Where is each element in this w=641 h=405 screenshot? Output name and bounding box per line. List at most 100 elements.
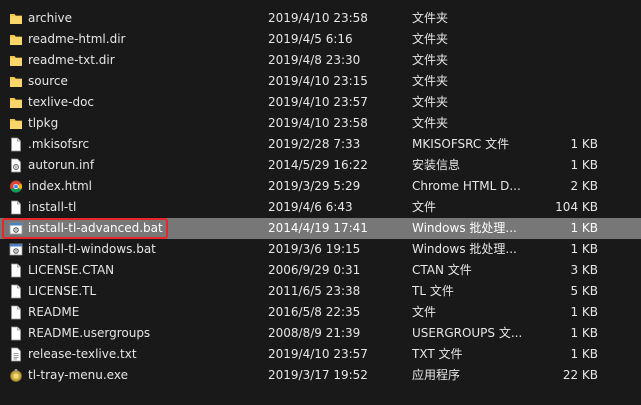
- file-name: autorun.inf: [28, 158, 95, 172]
- file-type: MKISOFSRC 文件: [412, 137, 510, 151]
- batch-file-icon: [9, 221, 23, 236]
- folder-icon: [9, 32, 23, 47]
- file-date-modified: 2014/5/29 16:22: [268, 158, 368, 172]
- file-name: tlpkg: [28, 116, 59, 130]
- file-row[interactable]: README 2016/5/8 22:35 文件 1 KB: [0, 302, 641, 323]
- file-row[interactable]: readme-html.dir 2019/4/5 6:16 文件夹: [0, 29, 641, 50]
- file-type: 文件: [412, 200, 437, 214]
- file-type: CTAN 文件: [412, 263, 472, 277]
- file-name: install-tl-advanced.bat: [28, 221, 163, 235]
- file-type: 文件夹: [412, 32, 449, 46]
- file-date-modified: 2019/4/6 6:43: [268, 200, 353, 214]
- file-date-modified: 2019/3/6 19:15: [268, 242, 361, 256]
- file-row[interactable]: release-texlive.txt 2019/4/10 23:57 TXT 文件…: [0, 344, 641, 365]
- folder-icon: [9, 74, 23, 89]
- file-icon: [9, 305, 23, 320]
- file-size: 1 KB: [570, 242, 598, 256]
- file-size: 22 KB: [562, 368, 598, 382]
- text-file-icon: [9, 347, 23, 362]
- file-type: 文件夹: [412, 116, 449, 130]
- file-size: 2 KB: [570, 179, 598, 193]
- file-type: 文件夹: [412, 53, 449, 67]
- file-date-modified: 2019/4/5 6:16: [268, 32, 353, 46]
- file-size: 1 KB: [570, 137, 598, 151]
- file-row[interactable]: archive 2019/4/10 23:58 文件夹: [0, 8, 641, 29]
- file-row[interactable]: LICENSE.CTAN 2006/9/29 0:31 CTAN 文件 3 KB: [0, 260, 641, 281]
- file-row[interactable]: install-tl-advanced.bat 2014/4/19 17:41 Wi…: [0, 218, 641, 239]
- file-size: 1 KB: [570, 158, 598, 172]
- file-type: 文件: [412, 305, 437, 319]
- file-type: 应用程序: [412, 368, 461, 382]
- file-name: texlive-doc: [28, 95, 95, 109]
- file-name: index.html: [28, 179, 92, 193]
- file-date-modified: 2019/4/10 23:58: [268, 11, 368, 25]
- batch-file-icon: [9, 242, 23, 257]
- folder-icon: [9, 53, 23, 68]
- file-type: Chrome HTML D...: [412, 179, 521, 193]
- file-date-modified: 2006/9/29 0:31: [268, 263, 361, 277]
- file-icon: [9, 200, 23, 215]
- file-name: readme-txt.dir: [28, 53, 115, 67]
- file-name: tl-tray-menu.exe: [28, 368, 128, 382]
- file-type: TXT 文件: [412, 347, 463, 361]
- file-row[interactable]: LICENSE.TL 2011/6/5 23:38 TL 文件 5 KB: [0, 281, 641, 302]
- file-size: 1 KB: [570, 326, 598, 340]
- file-date-modified: 2011/6/5 23:38: [268, 284, 361, 298]
- file-type: 文件夹: [412, 74, 449, 88]
- file-row[interactable]: install-tl-windows.bat 2019/3/6 19:15 Wind…: [0, 239, 641, 260]
- file-row[interactable]: texlive-doc 2019/4/10 23:57 文件夹: [0, 92, 641, 113]
- file-row[interactable]: .mkisofsrc 2019/2/28 7:33 MKISOFSRC 文件 1 KB: [0, 134, 641, 155]
- file-date-modified: 2008/8/9 21:39: [268, 326, 361, 340]
- file-row[interactable]: index.html 2019/3/29 5:29 Chrome HTML D...…: [0, 176, 641, 197]
- file-date-modified: 2019/2/28 7:33: [268, 137, 361, 151]
- folder-icon: [9, 116, 23, 131]
- file-name: LICENSE.CTAN: [28, 263, 115, 277]
- file-row[interactable]: readme-txt.dir 2019/4/8 23:30 文件夹: [0, 50, 641, 71]
- folder-icon: [9, 11, 23, 26]
- file-type: Windows 批处理...: [412, 221, 517, 235]
- file-type: 文件夹: [412, 95, 449, 109]
- file-type: USERGROUPS 文...: [412, 326, 523, 340]
- setup-info-icon: [9, 158, 23, 173]
- file-row[interactable]: tl-tray-menu.exe 2019/3/17 19:52 应用程序 22 KB: [0, 365, 641, 386]
- file-size: 1 KB: [570, 221, 598, 235]
- file-name: README.usergroups: [28, 326, 151, 340]
- file-name: archive: [28, 11, 73, 25]
- file-type: Windows 批处理...: [412, 242, 517, 256]
- file-size: 1 KB: [570, 305, 598, 319]
- file-date-modified: 2019/4/8 23:30: [268, 53, 361, 67]
- file-name: install-tl: [28, 200, 77, 214]
- file-date-modified: 2019/3/29 5:29: [268, 179, 361, 193]
- file-name: README: [28, 305, 80, 319]
- file-type: 文件夹: [412, 11, 449, 25]
- file-date-modified: 2019/3/17 19:52: [268, 368, 368, 382]
- file-row[interactable]: README.usergroups 2008/8/9 21:39 USERGROUP…: [0, 323, 641, 344]
- file-name: install-tl-windows.bat: [28, 242, 156, 256]
- file-name: release-texlive.txt: [28, 347, 137, 361]
- file-date-modified: 2019/4/10 23:57: [268, 347, 368, 361]
- file-date-modified: 2019/4/10 23:15: [268, 74, 368, 88]
- file-name: LICENSE.TL: [28, 284, 97, 298]
- file-type: TL 文件: [412, 284, 454, 298]
- chrome-icon: [9, 179, 23, 194]
- file-date-modified: 2014/4/19 17:41: [268, 221, 368, 235]
- folder-icon: [9, 95, 23, 110]
- file-icon: [9, 326, 23, 341]
- file-icon: [9, 137, 23, 152]
- file-row[interactable]: tlpkg 2019/4/10 23:58 文件夹: [0, 113, 641, 134]
- file-icon: [9, 263, 23, 278]
- file-row[interactable]: source 2019/4/10 23:15 文件夹: [0, 71, 641, 92]
- file-size: 1 KB: [570, 347, 598, 361]
- file-date-modified: 2019/4/10 23:58: [268, 116, 368, 130]
- file-row[interactable]: install-tl 2019/4/6 6:43 文件 104 KB: [0, 197, 641, 218]
- file-date-modified: 2019/4/10 23:57: [268, 95, 368, 109]
- file-size: 104 KB: [555, 200, 598, 214]
- file-type: 安装信息: [412, 158, 461, 172]
- file-date-modified: 2016/5/8 22:35: [268, 305, 361, 319]
- file-icon: [9, 284, 23, 299]
- file-name: .mkisofsrc: [28, 137, 90, 151]
- file-size: 5 KB: [570, 284, 598, 298]
- file-list: archive 2019/4/10 23:58 文件夹 readme-html.dir…: [0, 0, 641, 405]
- file-row[interactable]: autorun.inf 2014/5/29 16:22 安装信息 1 KB: [0, 155, 641, 176]
- application-icon: [9, 368, 23, 383]
